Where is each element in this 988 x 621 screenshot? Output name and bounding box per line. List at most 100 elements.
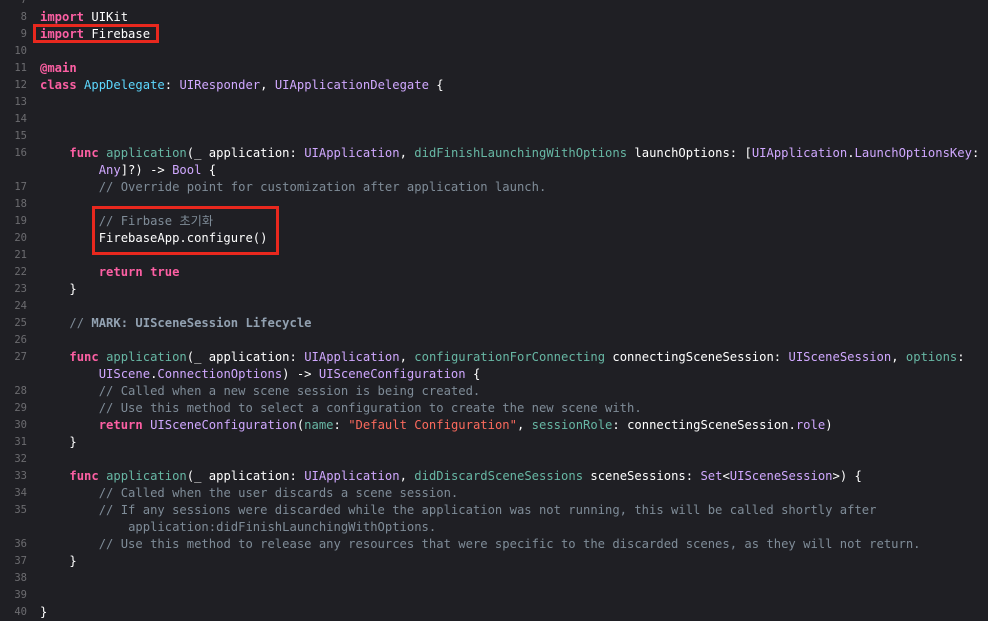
code-token: ]?) -> [120, 163, 173, 177]
code-token: , [399, 146, 415, 160]
line-number: 20 [14, 232, 27, 244]
code-token: sceneSessions: [583, 469, 701, 483]
code-token: >) { [832, 469, 862, 483]
code-token: } [40, 554, 77, 568]
code-token: UIApplication [304, 469, 400, 483]
code-line[interactable]: 37 } [0, 553, 988, 570]
code-line[interactable]: 27 func application(_ application: UIApp… [0, 349, 988, 366]
code-token: UIApplication [304, 350, 400, 364]
highlight-box-firebase-configure [92, 206, 279, 255]
line-number: 12 [14, 79, 27, 91]
code-line[interactable]: 38 [0, 570, 988, 587]
code-line[interactable]: 16 func application(_ application: UIApp… [0, 145, 988, 162]
line-number: 26 [14, 334, 27, 346]
code-line[interactable]: 23 } [0, 281, 988, 298]
line-number: 23 [14, 283, 27, 295]
code-line[interactable]: 32 [0, 451, 988, 468]
code-token: UIApplication [751, 146, 848, 160]
code-line[interactable]: 12 class AppDelegate: UIResponder, UIAppl… [0, 77, 988, 94]
code-token: launchOptions: [ [627, 146, 752, 160]
code-line[interactable]: UIScene.ConnectionOptions) -> UISceneCon… [0, 366, 988, 383]
code-token: "Default Configuration" [348, 418, 517, 432]
code-line[interactable]: 17 // Override point for customization a… [0, 179, 988, 196]
code-line[interactable]: 35 // If any sessions were discarded whi… [0, 502, 988, 519]
code-token: UISceneConfiguration [318, 367, 466, 381]
code-token: application [106, 469, 187, 483]
code-line[interactable]: 7 [0, 0, 988, 9]
code-line[interactable]: 36 // Use this method to release any res… [0, 536, 988, 553]
code-token: didDiscardSceneSessions [414, 469, 584, 483]
code-line[interactable]: 40} [0, 604, 988, 621]
code-token: (_ application: [186, 469, 305, 483]
code-line[interactable]: 15 [0, 128, 988, 145]
line-number: 35 [14, 504, 27, 516]
code-token: : [333, 418, 349, 432]
code-token: sessionRole [531, 418, 613, 432]
code-editor[interactable]: 40} 39 38 37 } 36 // Use this method to rele… [0, 0, 988, 621]
code-token: UISceneConfiguration [150, 418, 297, 432]
line-number: 31 [14, 436, 27, 448]
code-token: , [891, 350, 906, 364]
code-text: // Use this method to release any resour… [40, 536, 921, 553]
line-number: 34 [14, 487, 27, 499]
line-number: 10 [14, 45, 27, 57]
code-line[interactable]: 33 func application(_ application: UIApp… [0, 468, 988, 485]
code-line[interactable]: 31 } [0, 434, 988, 451]
code-line[interactable]: 29 // Use this method to select a config… [0, 400, 988, 417]
code-line[interactable]: 26 [0, 332, 988, 349]
code-line[interactable]: 25 // MARK: UISceneSession Lifecycle [0, 315, 988, 332]
code-text: UIScene.ConnectionOptions) -> UISceneCon… [40, 366, 481, 383]
line-number: 9 [20, 28, 27, 40]
code-text: } [40, 604, 47, 621]
code-line[interactable]: 28 // Called when a new scene session is… [0, 383, 988, 400]
code-token: configurationForConnecting [414, 350, 606, 364]
code-line[interactable]: 11 @main [0, 60, 988, 77]
code-token: . [847, 146, 855, 160]
code-line[interactable]: Any]?) -> Bool { [0, 162, 988, 179]
code-token: UISceneSession [729, 469, 833, 483]
code-token: } [40, 435, 77, 449]
code-line[interactable]: 14 [0, 111, 988, 128]
line-number: 24 [14, 300, 27, 312]
code-token: UIApplication [304, 146, 400, 160]
code-token: : [957, 350, 965, 364]
code-line[interactable]: 34 // Called when the user discards a sc… [0, 485, 988, 502]
code-line[interactable]: 39 [0, 587, 988, 604]
code-token: , [399, 350, 415, 364]
code-line[interactable]: 24 [0, 298, 988, 315]
code-token: } [40, 605, 48, 619]
line-number: 8 [20, 11, 27, 23]
line-number: 17 [14, 181, 27, 193]
code-text: // Called when a new scene session is be… [40, 383, 481, 400]
code-text: // Use this method to select a configura… [40, 400, 642, 417]
code-text: return true [40, 264, 180, 281]
code-line[interactable]: 22 return true [0, 264, 988, 281]
code-line[interactable]: 13 [0, 94, 988, 111]
code-text: Any]?) -> Bool { [40, 162, 216, 179]
code-token: true [150, 265, 180, 279]
code-line[interactable]: application:didFinishLaunchingWithOption… [0, 519, 988, 536]
code-token: UIResponder [179, 78, 261, 92]
code-token: UIApplicationDelegate [274, 78, 429, 92]
code-line[interactable]: 10 [0, 43, 988, 60]
line-number: 21 [14, 249, 27, 261]
code-text: // MARK: UISceneSession Lifecycle [40, 315, 311, 332]
code-token: name [304, 418, 334, 432]
code-token: < [722, 469, 730, 483]
line-number: 30 [14, 419, 27, 431]
code-token: func [69, 146, 99, 160]
code-token: // Use this method to select a configura… [98, 401, 642, 415]
code-token: (_ application: [186, 146, 305, 160]
code-line[interactable]: 30 return UISceneConfiguration(name: "De… [0, 417, 988, 434]
